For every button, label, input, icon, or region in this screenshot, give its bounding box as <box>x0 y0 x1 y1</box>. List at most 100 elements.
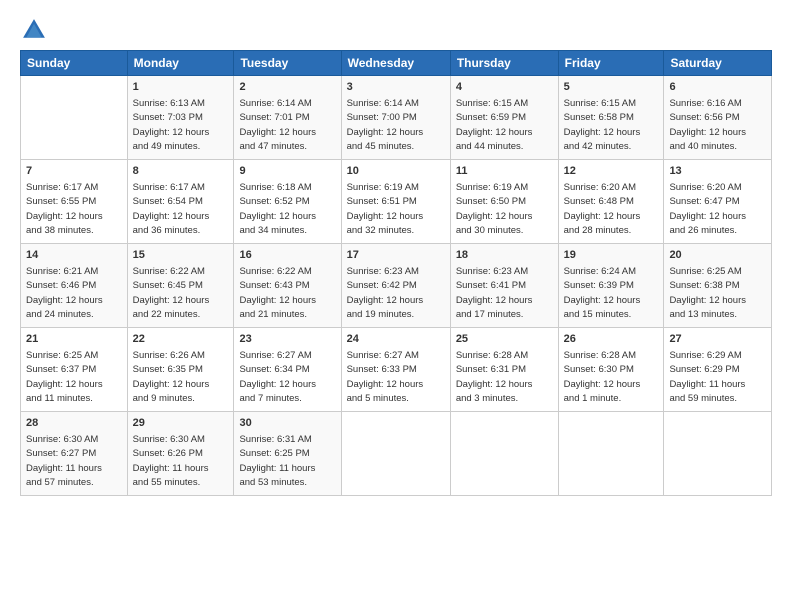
day-info: Sunrise: 6:28 AM Sunset: 6:31 PM Dayligh… <box>456 350 533 405</box>
calendar-cell: 30Sunrise: 6:31 AM Sunset: 6:25 PM Dayli… <box>234 411 341 495</box>
calendar-cell: 28 Sunrise: 6:30 AM Sunset: 6:27 PM Dayli… <box>21 411 128 495</box>
calendar-cell: 4Sunrise: 6:15 AM Sunset: 6:59 PM Daylig… <box>450 76 558 160</box>
calendar-cell: 15 Sunrise: 6:22 AM Sunset: 6:45 PM Dayli… <box>127 243 234 327</box>
day-info: Sunrise: 6:17 AM Sunset: 6:54 PM Dayligh… <box>133 182 210 237</box>
day-number: 28 <box>26 416 122 432</box>
header <box>20 16 772 44</box>
day-number: 12 <box>564 164 659 180</box>
day-number: 20 <box>669 248 766 264</box>
day-info: Sunrise: 6:23 AM Sunset: 6:42 PM Dayligh… <box>347 266 424 321</box>
calendar-header-row: SundayMondayTuesdayWednesdayThursdayFrid… <box>21 51 772 76</box>
day-number: 26 <box>564 332 659 348</box>
day-number: 14 <box>26 248 122 264</box>
calendar-cell: 27 Sunrise: 6:29 AM Sunset: 6:29 PM Dayli… <box>664 327 772 411</box>
calendar-cell: 22 Sunrise: 6:26 AM Sunset: 6:35 PM Dayli… <box>127 327 234 411</box>
day-number: 2 <box>239 80 335 96</box>
day-info: Sunrise: 6:26 AM Sunset: 6:35 PM Dayligh… <box>133 350 210 405</box>
week-row-1: 1 Sunrise: 6:13 AM Sunset: 7:03 PM Daylig… <box>21 76 772 160</box>
calendar-cell: 29 Sunrise: 6:30 AM Sunset: 6:26 PM Dayli… <box>127 411 234 495</box>
calendar-cell: 14 Sunrise: 6:21 AM Sunset: 6:46 PM Dayli… <box>21 243 128 327</box>
calendar-cell: 1 Sunrise: 6:13 AM Sunset: 7:03 PM Daylig… <box>127 76 234 160</box>
calendar-cell: 16Sunrise: 6:22 AM Sunset: 6:43 PM Dayli… <box>234 243 341 327</box>
day-number: 22 <box>133 332 229 348</box>
calendar-cell <box>450 411 558 495</box>
day-info: Sunrise: 6:20 AM Sunset: 6:47 PM Dayligh… <box>669 182 746 237</box>
day-info: Sunrise: 6:23 AM Sunset: 6:41 PM Dayligh… <box>456 266 533 321</box>
calendar-cell: 24 Sunrise: 6:27 AM Sunset: 6:33 PM Dayli… <box>341 327 450 411</box>
day-header-monday: Monday <box>127 51 234 76</box>
day-info: Sunrise: 6:28 AM Sunset: 6:30 PM Dayligh… <box>564 350 641 405</box>
day-info: Sunrise: 6:25 AM Sunset: 6:37 PM Dayligh… <box>26 350 103 405</box>
calendar-cell <box>21 76 128 160</box>
logo <box>20 16 52 44</box>
day-number: 24 <box>347 332 445 348</box>
calendar-cell: 21 Sunrise: 6:25 AM Sunset: 6:37 PM Dayli… <box>21 327 128 411</box>
day-number: 21 <box>26 332 122 348</box>
calendar-cell: 5 Sunrise: 6:15 AM Sunset: 6:58 PM Daylig… <box>558 76 664 160</box>
calendar-cell: 19Sunrise: 6:24 AM Sunset: 6:39 PM Dayli… <box>558 243 664 327</box>
day-number: 6 <box>669 80 766 96</box>
calendar-cell: 6 Sunrise: 6:16 AM Sunset: 6:56 PM Daylig… <box>664 76 772 160</box>
calendar-cell: 13 Sunrise: 6:20 AM Sunset: 6:47 PM Dayli… <box>664 159 772 243</box>
week-row-2: 7Sunrise: 6:17 AM Sunset: 6:55 PM Daylig… <box>21 159 772 243</box>
day-info: Sunrise: 6:15 AM Sunset: 6:59 PM Dayligh… <box>456 98 533 153</box>
day-info: Sunrise: 6:14 AM Sunset: 7:00 PM Dayligh… <box>347 98 424 153</box>
day-info: Sunrise: 6:14 AM Sunset: 7:01 PM Dayligh… <box>239 98 316 153</box>
day-info: Sunrise: 6:31 AM Sunset: 6:25 PM Dayligh… <box>239 434 315 489</box>
day-number: 15 <box>133 248 229 264</box>
week-row-3: 14 Sunrise: 6:21 AM Sunset: 6:46 PM Dayli… <box>21 243 772 327</box>
calendar-cell: 10 Sunrise: 6:19 AM Sunset: 6:51 PM Dayli… <box>341 159 450 243</box>
day-number: 10 <box>347 164 445 180</box>
day-info: Sunrise: 6:15 AM Sunset: 6:58 PM Dayligh… <box>564 98 641 153</box>
calendar-cell: 2 Sunrise: 6:14 AM Sunset: 7:01 PM Daylig… <box>234 76 341 160</box>
calendar-cell: 25 Sunrise: 6:28 AM Sunset: 6:31 PM Dayli… <box>450 327 558 411</box>
day-info: Sunrise: 6:30 AM Sunset: 6:27 PM Dayligh… <box>26 434 102 489</box>
page-container: SundayMondayTuesdayWednesdayThursdayFrid… <box>0 0 792 506</box>
day-info: Sunrise: 6:19 AM Sunset: 6:51 PM Dayligh… <box>347 182 424 237</box>
calendar-cell: 9Sunrise: 6:18 AM Sunset: 6:52 PM Daylig… <box>234 159 341 243</box>
day-info: Sunrise: 6:17 AM Sunset: 6:55 PM Dayligh… <box>26 182 103 237</box>
calendar-cell: 11Sunrise: 6:19 AM Sunset: 6:50 PM Dayli… <box>450 159 558 243</box>
day-header-tuesday: Tuesday <box>234 51 341 76</box>
calendar-cell: 17Sunrise: 6:23 AM Sunset: 6:42 PM Dayli… <box>341 243 450 327</box>
day-header-friday: Friday <box>558 51 664 76</box>
day-number: 29 <box>133 416 229 432</box>
day-number: 5 <box>564 80 659 96</box>
day-info: Sunrise: 6:21 AM Sunset: 6:46 PM Dayligh… <box>26 266 103 321</box>
day-info: Sunrise: 6:27 AM Sunset: 6:34 PM Dayligh… <box>239 350 316 405</box>
day-number: 18 <box>456 248 553 264</box>
calendar-cell: 20 Sunrise: 6:25 AM Sunset: 6:38 PM Dayli… <box>664 243 772 327</box>
calendar-table: SundayMondayTuesdayWednesdayThursdayFrid… <box>20 50 772 496</box>
day-number: 3 <box>347 80 445 96</box>
day-number: 25 <box>456 332 553 348</box>
day-header-thursday: Thursday <box>450 51 558 76</box>
calendar-cell: 23 Sunrise: 6:27 AM Sunset: 6:34 PM Dayli… <box>234 327 341 411</box>
day-number: 11 <box>456 164 553 180</box>
day-number: 16 <box>239 248 335 264</box>
calendar-cell <box>664 411 772 495</box>
day-header-wednesday: Wednesday <box>341 51 450 76</box>
day-info: Sunrise: 6:22 AM Sunset: 6:45 PM Dayligh… <box>133 266 210 321</box>
calendar-cell: 8Sunrise: 6:17 AM Sunset: 6:54 PM Daylig… <box>127 159 234 243</box>
week-row-4: 21 Sunrise: 6:25 AM Sunset: 6:37 PM Dayli… <box>21 327 772 411</box>
day-header-saturday: Saturday <box>664 51 772 76</box>
day-info: Sunrise: 6:16 AM Sunset: 6:56 PM Dayligh… <box>669 98 746 153</box>
day-info: Sunrise: 6:29 AM Sunset: 6:29 PM Dayligh… <box>669 350 745 405</box>
day-number: 23 <box>239 332 335 348</box>
day-number: 27 <box>669 332 766 348</box>
day-info: Sunrise: 6:30 AM Sunset: 6:26 PM Dayligh… <box>133 434 209 489</box>
calendar-cell: 18 Sunrise: 6:23 AM Sunset: 6:41 PM Dayli… <box>450 243 558 327</box>
calendar-cell: 12 Sunrise: 6:20 AM Sunset: 6:48 PM Dayli… <box>558 159 664 243</box>
day-number: 19 <box>564 248 659 264</box>
day-info: Sunrise: 6:13 AM Sunset: 7:03 PM Dayligh… <box>133 98 210 153</box>
day-number: 1 <box>133 80 229 96</box>
calendar-cell: 26 Sunrise: 6:28 AM Sunset: 6:30 PM Dayli… <box>558 327 664 411</box>
day-header-sunday: Sunday <box>21 51 128 76</box>
day-info: Sunrise: 6:20 AM Sunset: 6:48 PM Dayligh… <box>564 182 641 237</box>
day-info: Sunrise: 6:25 AM Sunset: 6:38 PM Dayligh… <box>669 266 746 321</box>
calendar-cell <box>558 411 664 495</box>
logo-icon <box>20 16 48 44</box>
day-number: 13 <box>669 164 766 180</box>
day-info: Sunrise: 6:18 AM Sunset: 6:52 PM Dayligh… <box>239 182 316 237</box>
day-info: Sunrise: 6:27 AM Sunset: 6:33 PM Dayligh… <box>347 350 424 405</box>
